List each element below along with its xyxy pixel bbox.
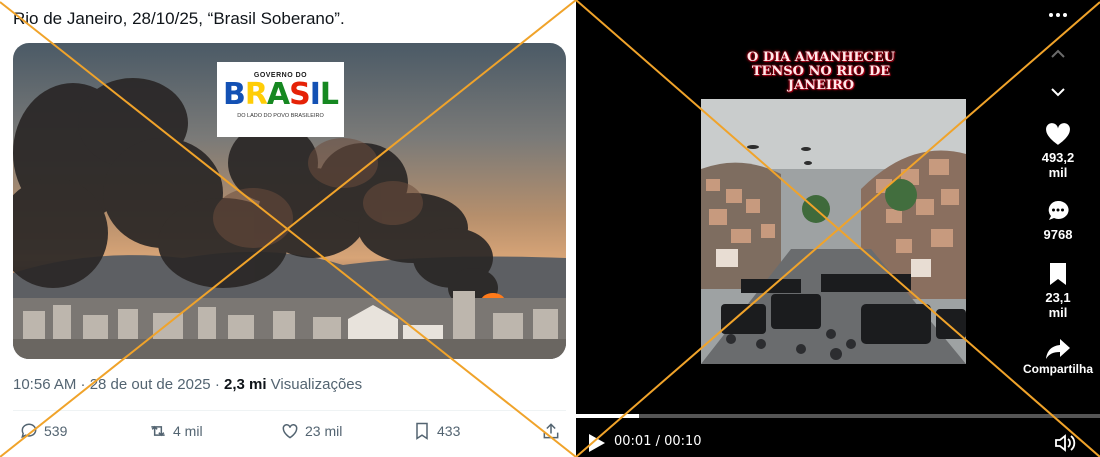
repost-button[interactable]: 4 mil: [148, 421, 203, 441]
video-comment-count: 9768: [1043, 227, 1073, 242]
share-icon: [543, 423, 559, 439]
video-side-rail: 493,2 mil 9768 23,1 mil Compartilha: [1016, 0, 1100, 457]
tweet-panel: Rio de Janeiro, 28/10/25, “Brasil Sobera…: [0, 0, 576, 457]
play-icon[interactable]: [588, 433, 606, 453]
save-video-button[interactable]: 23,1 mil: [1016, 262, 1100, 320]
reply-count: 539: [44, 423, 68, 439]
views-label: Visualizações: [266, 376, 363, 393]
share-arrow-icon: [1046, 339, 1070, 359]
tweet-actions: 539 4 mil 23 mil 433: [0, 421, 576, 447]
bookmark-count: 433: [437, 423, 461, 439]
ellipsis-icon: [1049, 13, 1067, 17]
chevron-down-icon: [1051, 88, 1065, 97]
next-video-button[interactable]: [1016, 87, 1100, 97]
bookmark-button[interactable]: 433: [412, 421, 460, 441]
video-progress-fill: [576, 414, 639, 418]
chevron-up-icon: [1051, 49, 1065, 58]
previous-video-button[interactable]: [1016, 49, 1100, 59]
tweet-text: Rio de Janeiro, 28/10/25, “Brasil Sobera…: [13, 9, 345, 28]
favela-police-scene: [701, 99, 966, 364]
like-count: 23 mil: [305, 423, 343, 439]
video-panel: O DIA AMANHECEU TENSO NO RIO DE JANEIRO: [576, 0, 1100, 457]
share-label: Compartilha: [1022, 362, 1093, 376]
tweet-metadata: 10:56 AM · 28 de out de 2025 · 2,3 mi Vi…: [13, 376, 362, 393]
bookmark-icon: [416, 422, 428, 440]
comment-icon: [1048, 200, 1069, 220]
video-like-count: 493,2 mil: [1041, 150, 1075, 180]
heart-icon: [282, 423, 298, 439]
reply-icon: [21, 423, 37, 439]
government-logo: GOVERNO DO BRASIL DO LADO DO POVO BRASIL…: [217, 62, 344, 137]
reply-button[interactable]: 539: [19, 421, 67, 441]
repost-count: 4 mil: [173, 423, 203, 439]
like-video-button[interactable]: 493,2 mil: [1016, 122, 1100, 180]
video-save-count: 23,1 mil: [1045, 290, 1071, 320]
video-caption: O DIA AMANHECEU TENSO NO RIO DE JANEIRO: [746, 50, 896, 93]
heart-icon: [1046, 123, 1070, 145]
comments-button[interactable]: 9768: [1016, 199, 1100, 242]
video-progress-bar[interactable]: [576, 414, 1100, 418]
tweet-image[interactable]: GOVERNO DO BRASIL DO LADO DO POVO BRASIL…: [13, 43, 566, 359]
more-options-button[interactable]: [1016, 12, 1100, 18]
video-time: 00:01 / 00:10: [614, 434, 702, 449]
tweet-timestamp[interactable]: 10:56 AM · 28 de out de 2025 ·: [13, 376, 224, 393]
video-frame[interactable]: [701, 99, 966, 364]
logo-word: BRASIL: [222, 77, 339, 112]
repost-icon: [151, 425, 165, 437]
logo-bottom-text: DO LADO DO POVO BRASILEIRO: [237, 113, 324, 119]
divider: [13, 410, 566, 411]
share-button[interactable]: [541, 421, 561, 441]
like-button[interactable]: 23 mil: [280, 421, 342, 441]
video-controls: 00:01 / 00:10: [576, 431, 1100, 455]
views-count: 2,3 mi: [223, 376, 267, 393]
share-video-button[interactable]: Compartilha: [1016, 338, 1100, 376]
bookmark-icon: [1050, 263, 1066, 285]
volume-icon[interactable]: [1054, 433, 1076, 453]
